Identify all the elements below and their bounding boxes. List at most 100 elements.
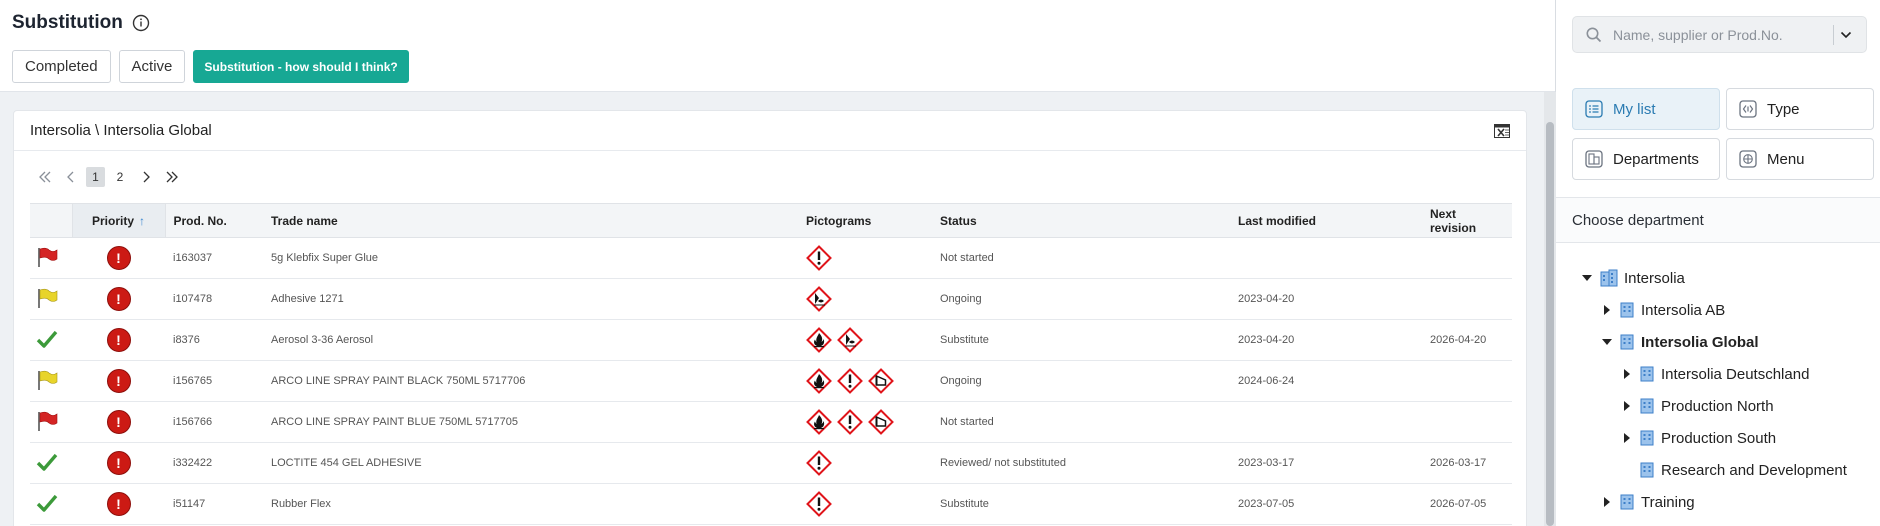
table-row[interactable]: ! i163037 5g Klebfix Super Glue Not started bbox=[30, 237, 1512, 279]
tree-node-intersolia-deutschland[interactable]: Intersolia Deutschland bbox=[1556, 358, 1880, 390]
pictograms-cell bbox=[798, 401, 932, 443]
menu-icon bbox=[1739, 150, 1757, 168]
table-row[interactable]: ! i156766 ARCO LINE SPRAY PAINT BLUE 750ML… bbox=[30, 401, 1512, 443]
table-row[interactable]: ! i51147 Rubber Flex Substitute 2023-07-05 20… bbox=[30, 483, 1512, 525]
trade-name-cell[interactable]: Adhesive 1271 bbox=[263, 278, 798, 320]
search-input[interactable] bbox=[1613, 26, 1833, 43]
substitution-card: Intersolia \ Intersolia Global 1 2 Prior… bbox=[13, 110, 1527, 526]
table-row[interactable]: ! i332422 LOCTITE 454 GEL ADHESIVE Reviewed… bbox=[30, 442, 1512, 484]
ghs07-exclamation-icon bbox=[837, 409, 863, 435]
building-icon bbox=[1640, 366, 1654, 382]
sort-ascending-icon: ↑ bbox=[139, 213, 145, 228]
tree-node-training[interactable]: Training bbox=[1556, 486, 1880, 518]
status-cell: Not started bbox=[932, 237, 1230, 279]
prev-page-icon[interactable] bbox=[60, 167, 82, 187]
title-row: Substitution bbox=[12, 12, 1543, 34]
table-row[interactable]: ! i156765 ARCO LINE SPRAY PAINT BLACK 750M… bbox=[30, 360, 1512, 402]
priority-cell: ! bbox=[72, 483, 165, 525]
ghs07-exclamation-icon bbox=[806, 450, 832, 476]
green-check-icon bbox=[36, 494, 58, 517]
high-priority-icon: ! bbox=[106, 410, 131, 434]
table-row[interactable]: ! i107478 Adhesive 1271 Ongoing 2023-04-20 bbox=[30, 278, 1512, 320]
view-tiles: My list Type Departments Menu bbox=[1572, 88, 1874, 180]
excel-export-icon[interactable] bbox=[1494, 123, 1510, 138]
info-icon[interactable] bbox=[131, 13, 151, 33]
last-page-icon[interactable] bbox=[161, 167, 183, 187]
trade-name-cell[interactable]: 5g Klebfix Super Glue bbox=[263, 237, 798, 279]
tree-node-production-south[interactable]: Production South bbox=[1556, 422, 1880, 454]
chevron-down-icon[interactable] bbox=[1834, 31, 1858, 39]
status-flag-cell bbox=[30, 237, 72, 279]
status-flag-cell bbox=[30, 442, 72, 484]
content-area: Intersolia \ Intersolia Global 1 2 Prior… bbox=[0, 92, 1556, 526]
scrollbar-thumb[interactable] bbox=[1546, 122, 1554, 526]
caret-right-icon[interactable] bbox=[1620, 367, 1634, 381]
green-check-icon bbox=[36, 330, 58, 353]
tree-node-intersolia-global[interactable]: Intersolia Global bbox=[1556, 326, 1880, 358]
priority-cell: ! bbox=[72, 319, 165, 361]
last-modified-cell: 2023-04-20 bbox=[1230, 278, 1422, 320]
completed-button[interactable]: Completed bbox=[12, 50, 111, 83]
type-button[interactable]: Type bbox=[1726, 88, 1874, 130]
red-flag-icon bbox=[36, 247, 58, 271]
status-flag-cell bbox=[30, 360, 72, 402]
red-flag-icon bbox=[36, 411, 58, 435]
tree-node-production-north[interactable]: Production North bbox=[1556, 390, 1880, 422]
status-cell: Reviewed/ not substituted bbox=[932, 442, 1230, 484]
status-column-header[interactable]: Status bbox=[932, 203, 1230, 238]
caret-right-icon[interactable] bbox=[1600, 495, 1614, 509]
next-revision-column-header[interactable]: Next revision bbox=[1422, 203, 1512, 238]
my-list-button[interactable]: My list bbox=[1572, 88, 1720, 130]
trade-name-cell[interactable]: LOCTITE 454 GEL ADHESIVE bbox=[263, 442, 798, 484]
last-modified-cell: 2024-06-24 bbox=[1230, 360, 1422, 402]
table-row[interactable]: ! i8376 Aerosol 3-36 Aerosol Substitute 2023… bbox=[30, 319, 1512, 361]
tree-label: Intersolia Deutschland bbox=[1661, 365, 1810, 383]
prod-no-column-header[interactable]: Prod. No. bbox=[165, 203, 263, 238]
caret-down-icon[interactable] bbox=[1580, 271, 1594, 285]
trade-name-column-header[interactable]: Trade name bbox=[263, 203, 798, 238]
caret-down-icon[interactable] bbox=[1600, 335, 1614, 349]
status-flag-cell bbox=[30, 401, 72, 443]
page-2-button[interactable]: 2 bbox=[109, 167, 131, 187]
caret-right-icon[interactable] bbox=[1620, 399, 1634, 413]
caret-right-icon[interactable] bbox=[1600, 303, 1614, 317]
tree-node-intersolia-ab[interactable]: Intersolia AB bbox=[1556, 294, 1880, 326]
page-1-button[interactable]: 1 bbox=[86, 167, 105, 187]
tree-node-intersolia[interactable]: Intersolia bbox=[1556, 262, 1880, 294]
last-modified-column-header[interactable]: Last modified bbox=[1230, 203, 1422, 238]
department-tree: Intersolia Intersolia AB Intersolia Glob… bbox=[1556, 262, 1880, 518]
next-revision-cell bbox=[1422, 278, 1512, 320]
tree-node-research-development[interactable]: Research and Development bbox=[1556, 454, 1880, 486]
vertical-scrollbar[interactable] bbox=[1544, 92, 1556, 526]
trade-name-cell[interactable]: Aerosol 3-36 Aerosol bbox=[263, 319, 798, 361]
type-label: Type bbox=[1767, 100, 1800, 118]
next-revision-cell: 2026-04-20 bbox=[1422, 319, 1512, 361]
next-page-icon[interactable] bbox=[135, 167, 157, 187]
yellow-flag-icon bbox=[36, 288, 58, 312]
flag-column-header bbox=[30, 203, 72, 238]
departments-button[interactable]: Departments bbox=[1572, 138, 1720, 180]
pictograms-cell bbox=[798, 442, 932, 484]
menu-button[interactable]: Menu bbox=[1726, 138, 1874, 180]
substitution-help-button[interactable]: Substitution - how should I think? bbox=[193, 50, 409, 83]
departments-icon bbox=[1585, 150, 1603, 168]
status-cell: Substitute bbox=[932, 483, 1230, 525]
last-modified-cell bbox=[1230, 237, 1422, 279]
building-icon bbox=[1640, 462, 1654, 478]
first-page-icon[interactable] bbox=[34, 167, 56, 187]
app-root: Substitution Completed Active Substituti… bbox=[0, 0, 1880, 526]
ghs09-environment-icon bbox=[806, 286, 832, 312]
active-button[interactable]: Active bbox=[118, 50, 186, 83]
priority-column-header[interactable]: Priority ↑ bbox=[71, 203, 166, 238]
substitution-table: Priority ↑ Prod. No. Trade name Pictogram… bbox=[30, 203, 1512, 525]
trade-name-cell[interactable]: ARCO LINE SPRAY PAINT BLACK 750ML 571770… bbox=[263, 360, 798, 402]
status-flag-cell bbox=[30, 319, 72, 361]
pictograms-cell bbox=[798, 483, 932, 525]
pictograms-column-header: Pictograms bbox=[798, 203, 932, 238]
prod-no-cell: i163037 bbox=[165, 237, 263, 279]
ghs09-environment-icon bbox=[837, 327, 863, 353]
trade-name-cell[interactable]: Rubber Flex bbox=[263, 483, 798, 525]
caret-right-icon[interactable] bbox=[1620, 431, 1634, 445]
status-cell: Ongoing bbox=[932, 360, 1230, 402]
trade-name-cell[interactable]: ARCO LINE SPRAY PAINT BLUE 750ML 5717705 bbox=[263, 401, 798, 443]
